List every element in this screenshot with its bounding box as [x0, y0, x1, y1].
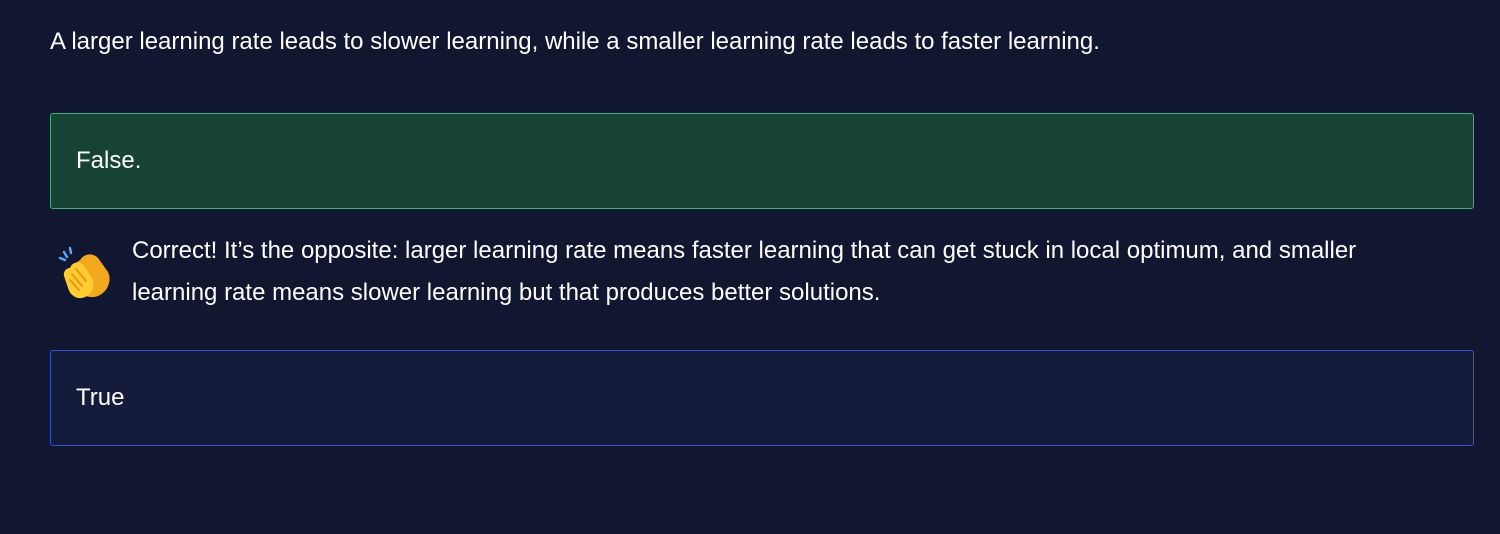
- answer-option-label: True: [76, 384, 125, 411]
- feedback-message: Correct! It’s the opposite: larger learn…: [58, 230, 1458, 314]
- answer-option-true[interactable]: True: [50, 350, 1474, 446]
- clapping-hands-icon: [58, 238, 114, 302]
- feedback-text: Correct! It’s the opposite: larger learn…: [132, 237, 1357, 306]
- answer-option-false[interactable]: False.: [50, 113, 1474, 209]
- answer-option-label: False.: [76, 147, 142, 174]
- question-text: A larger learning rate leads to slower l…: [50, 28, 1100, 55]
